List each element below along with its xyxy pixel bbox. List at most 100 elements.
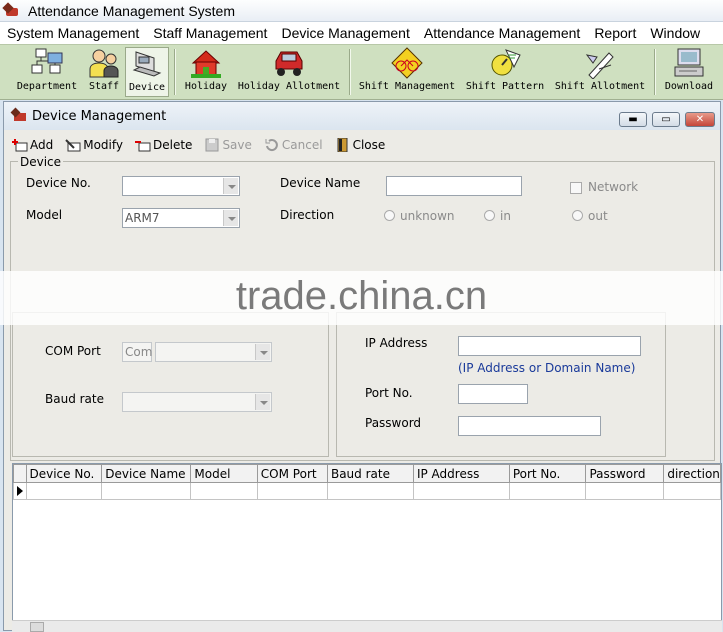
close-label: Close	[352, 138, 386, 152]
chevron-down-icon	[223, 178, 238, 194]
column-header[interactable]: Device Name	[101, 464, 192, 483]
port-no-input[interactable]	[458, 384, 528, 404]
column-header[interactable]: IP Address	[412, 464, 510, 483]
direction-unknown-radio[interactable]	[384, 210, 395, 221]
menu-system-management[interactable]: System Management	[0, 25, 146, 41]
minimize-icon: ▬	[628, 114, 638, 125]
baud-rate-combo[interactable]	[122, 392, 272, 412]
direction-in-label: in	[500, 209, 511, 223]
column-header[interactable]: Device No.	[25, 464, 103, 483]
add-button[interactable]: Add	[12, 138, 53, 152]
toolbar-department-button[interactable]: Department	[14, 47, 80, 97]
toolbar-shift-management-label: Shift Management	[358, 81, 456, 92]
menu-report[interactable]: Report	[587, 25, 643, 41]
toolbar-separator	[654, 49, 656, 95]
window-title: Device Management	[32, 108, 167, 124]
main-toolbar: Department Staff Device Holiday Holiday …	[0, 44, 723, 100]
table-cell[interactable]	[25, 482, 103, 500]
table-cell[interactable]	[412, 482, 510, 500]
close-icon: ✕	[695, 114, 705, 125]
column-header[interactable]: Password	[585, 464, 665, 483]
minimize-button[interactable]: ▬	[619, 112, 647, 127]
menu-device-management[interactable]: Device Management	[274, 25, 416, 41]
table-cell[interactable]	[663, 482, 721, 500]
grid-corner	[13, 464, 27, 483]
maximize-button[interactable]: ▭	[652, 112, 680, 127]
device-no-combo[interactable]	[122, 176, 240, 196]
network-checkbox[interactable]	[570, 182, 582, 194]
table-row[interactable]	[13, 482, 721, 500]
menu-window[interactable]: Window	[643, 25, 707, 41]
direction-in-radio[interactable]	[484, 210, 495, 221]
com-port-combo[interactable]	[155, 342, 272, 362]
table-cell[interactable]	[508, 482, 587, 500]
table-cell[interactable]	[101, 482, 192, 500]
toolbar-shift-allotment-button[interactable]: Shift Allotment	[552, 47, 648, 97]
model-label: Model	[26, 208, 63, 222]
column-header[interactable]: COM Port	[256, 464, 328, 483]
car-icon	[272, 47, 306, 79]
column-header[interactable]: Baud rate	[326, 464, 414, 483]
action-toolbar: Add Modify Delete Save Cancel Close	[12, 136, 397, 154]
modify-button[interactable]: Modify	[65, 138, 123, 152]
com-prefix-box: Com	[122, 342, 152, 362]
column-header[interactable]: Model	[190, 464, 258, 483]
horizontal-scrollbar[interactable]	[12, 620, 722, 632]
toolbar-download-button[interactable]: Download	[661, 47, 717, 97]
device-no-label: Device No.	[26, 176, 91, 190]
toolbar-device-button[interactable]: Device	[125, 47, 169, 97]
ip-address-label: IP Address	[365, 336, 428, 350]
add-icon	[12, 138, 28, 152]
chevron-down-icon	[255, 344, 270, 360]
password-input[interactable]	[458, 416, 601, 436]
device-grid[interactable]: Device No. Device Name Model COM Port Ba…	[12, 463, 722, 621]
chevron-down-icon	[255, 394, 270, 410]
password-label: Password	[365, 416, 422, 430]
column-header[interactable]: Port No.	[508, 464, 587, 483]
toolbar-shift-management-button[interactable]: Shift Management	[356, 47, 458, 97]
direction-unknown-label: unknown	[400, 209, 455, 223]
app-title: Attendance Management System	[28, 2, 236, 19]
ip-address-hint: (IP Address or Domain Name)	[458, 361, 636, 375]
direction-out-label: out	[588, 209, 608, 223]
save-label: Save	[222, 138, 252, 152]
delete-button[interactable]: Delete	[135, 138, 192, 152]
delete-icon	[135, 138, 151, 152]
close-window-button[interactable]: ✕	[685, 112, 715, 127]
model-value: ARM7	[125, 211, 160, 225]
direction-label: Direction	[280, 208, 335, 222]
save-button[interactable]: Save	[204, 138, 252, 152]
table-cell[interactable]	[256, 482, 328, 500]
cancel-icon	[264, 138, 280, 152]
device-group-label: Device	[18, 155, 64, 169]
maximize-icon: ▭	[661, 114, 671, 125]
network-label: Network	[588, 180, 639, 194]
direction-out-radio[interactable]	[572, 210, 583, 221]
toolbar-staff-button[interactable]: Staff	[85, 47, 123, 97]
table-cell[interactable]	[190, 482, 258, 500]
close-button[interactable]: Close	[335, 137, 386, 153]
menu-staff-management[interactable]: Staff Management	[146, 25, 274, 41]
toolbar-holiday-button[interactable]: Holiday	[182, 47, 230, 97]
toolbar-shift-pattern-label: Shift Pattern	[465, 81, 545, 92]
column-header[interactable]: direction	[663, 464, 721, 483]
staff-icon	[87, 47, 121, 79]
toolbar-shift-pattern-button[interactable]: Shift Pattern	[463, 47, 547, 97]
table-cell[interactable]	[326, 482, 414, 500]
toolbar-holiday-allotment-button[interactable]: Holiday Allotment	[236, 47, 342, 97]
app-icon	[4, 4, 22, 18]
table-cell[interactable]	[585, 482, 665, 500]
device-icon	[130, 48, 164, 80]
menu-bar: System Management Staff Management Devic…	[0, 22, 723, 44]
chevron-down-icon	[223, 210, 238, 226]
device-name-input[interactable]	[386, 176, 522, 196]
ip-address-input[interactable]	[458, 336, 641, 356]
shift-management-icon	[390, 47, 424, 79]
delete-label: Delete	[153, 138, 193, 152]
model-combo[interactable]: ARM7	[122, 208, 240, 228]
baud-rate-label: Baud rate	[45, 392, 104, 406]
menu-attendance-management[interactable]: Attendance Management	[417, 25, 587, 41]
holiday-icon	[189, 47, 223, 79]
cancel-button[interactable]: Cancel	[264, 138, 323, 152]
device-management-window: Device Management ▬ ▭ ✕ Add Modify Delet…	[3, 101, 722, 632]
